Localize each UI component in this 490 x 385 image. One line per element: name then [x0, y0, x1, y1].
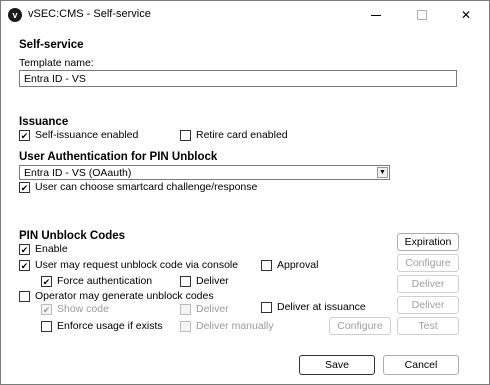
show-code-checkbox-row[interactable]: ✔ Show code — [41, 303, 109, 316]
maximize-button[interactable] — [399, 1, 445, 29]
retire-card-checkbox-row[interactable]: Retire card enabled — [180, 129, 288, 142]
user-request-checkbox-row[interactable]: ✔ User may request unblock code via conso… — [19, 259, 238, 272]
enforce-usage-label: Enforce usage if exists — [57, 320, 163, 333]
show-code-checkbox[interactable]: ✔ — [41, 303, 52, 315]
template-name-input[interactable]: Entra ID - VS — [19, 70, 457, 87]
issuance-heading: Issuance — [19, 116, 69, 128]
choose-challenge-checkbox-row[interactable]: ✔ User can choose smartcard challenge/res… — [19, 181, 257, 194]
self-service-window: v vSEC:CMS - Self-service ✕ Self-service… — [0, 0, 490, 385]
deliver-operator-button[interactable]: Deliver — [397, 296, 459, 314]
user-request-checkbox[interactable]: ✔ — [19, 259, 30, 271]
auth-method-value: Entra ID - VS (OAauth) — [24, 167, 132, 179]
force-auth-checkbox-row[interactable]: ✔ Force authentication — [41, 275, 152, 288]
approval-label: Approval — [277, 259, 319, 272]
self-issuance-checkbox-row[interactable]: ✔ Self-issuance enabled — [19, 129, 138, 142]
maximize-icon — [417, 10, 427, 20]
retire-card-label: Retire card enabled — [196, 129, 288, 142]
deliver2-checkbox[interactable] — [180, 303, 191, 315]
minimize-button[interactable] — [353, 1, 399, 29]
deliver2-label: Deliver — [196, 303, 229, 316]
self-issuance-label: Self-issuance enabled — [35, 129, 139, 142]
enable-checkbox-row[interactable]: ✔ Enable — [19, 243, 68, 256]
close-button[interactable]: ✕ — [443, 1, 489, 29]
user-request-label: User may request unblock code via consol… — [35, 259, 239, 272]
force-auth-checkbox[interactable]: ✔ — [41, 275, 52, 287]
operator-generate-checkbox[interactable] — [19, 290, 30, 302]
pin-unblock-heading: PIN Unblock Codes — [19, 230, 126, 242]
enable-checkbox[interactable]: ✔ — [19, 243, 30, 255]
dropdown-arrow-icon[interactable]: ▼ — [377, 167, 388, 178]
save-button[interactable]: Save — [299, 355, 375, 375]
self-issuance-checkbox[interactable]: ✔ — [19, 129, 30, 141]
deliver-button[interactable]: Deliver — [397, 275, 459, 293]
deliver-at-issuance-checkbox[interactable] — [261, 301, 272, 313]
cancel-button[interactable]: Cancel — [383, 355, 459, 375]
window-title: vSEC:CMS - Self-service — [28, 8, 151, 20]
choose-challenge-checkbox[interactable]: ✔ — [19, 181, 30, 193]
title-bar: v vSEC:CMS - Self-service ✕ — [1, 1, 489, 29]
app-logo-icon: v — [8, 8, 22, 22]
choose-challenge-label: User can choose smartcard challenge/resp… — [35, 181, 258, 194]
deliver2-checkbox-row[interactable]: Deliver — [180, 303, 229, 316]
deliver-at-issuance-checkbox-row[interactable]: Deliver at issuance — [261, 301, 366, 314]
deliver1-checkbox-row[interactable]: Deliver — [180, 275, 229, 288]
test-button[interactable]: Test — [397, 317, 459, 335]
force-auth-label: Force authentication — [57, 275, 153, 288]
operator-generate-checkbox-row[interactable]: Operator may generate unblock codes — [19, 290, 214, 303]
self-service-heading: Self-service — [19, 39, 84, 51]
configure-user-request-button[interactable]: Configure — [397, 254, 459, 272]
expiration-button[interactable]: Expiration — [397, 233, 459, 251]
deliver-at-issuance-label: Deliver at issuance — [277, 301, 366, 314]
deliver1-checkbox[interactable] — [180, 275, 191, 287]
enforce-usage-checkbox[interactable] — [41, 320, 52, 332]
deliver1-label: Deliver — [196, 275, 229, 288]
deliver-manually-checkbox-row[interactable]: Deliver manually — [180, 320, 274, 333]
retire-card-checkbox[interactable] — [180, 129, 191, 141]
deliver-manually-checkbox[interactable] — [180, 320, 191, 332]
operator-generate-label: Operator may generate unblock codes — [35, 290, 214, 303]
enable-label: Enable — [35, 243, 68, 256]
approval-checkbox[interactable] — [261, 259, 272, 271]
auth-method-select[interactable]: Entra ID - VS (OAauth) ▼ — [19, 165, 390, 180]
template-name-label: Template name: — [19, 57, 94, 69]
minimize-icon — [371, 15, 381, 16]
close-icon: ✕ — [460, 8, 472, 22]
enforce-usage-checkbox-row[interactable]: Enforce usage if exists — [41, 320, 163, 333]
configure-enforce-button[interactable]: Configure — [329, 317, 391, 335]
deliver-manually-label: Deliver manually — [196, 320, 274, 333]
approval-checkbox-row[interactable]: Approval — [261, 259, 318, 272]
show-code-label: Show code — [57, 303, 109, 316]
user-auth-heading: User Authentication for PIN Unblock — [19, 151, 218, 163]
